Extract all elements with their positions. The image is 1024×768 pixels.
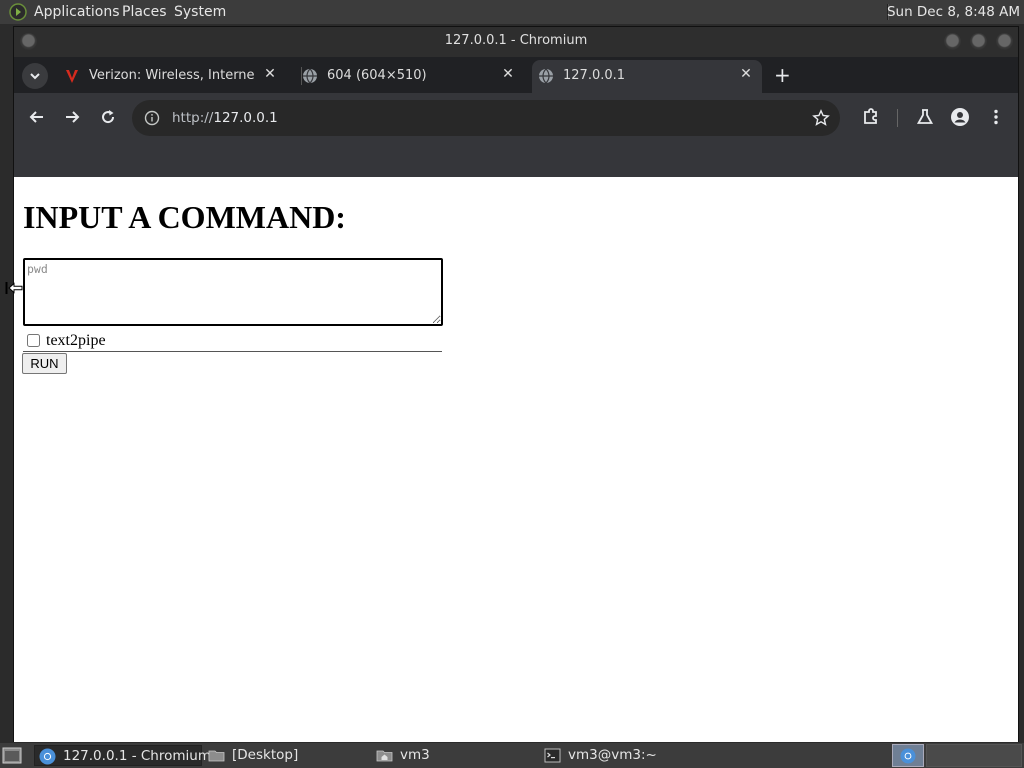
tab-strip: Verizon: Wireless, Internet, T ✕ 604 (60…: [14, 57, 1018, 93]
tab-title: Verizon: Wireless, Internet, T: [89, 68, 254, 83]
labs-flask-icon[interactable]: [915, 107, 935, 127]
bottom-taskbar: 127.0.0.1 - Chromium [Desktop] vm3 vm3@v…: [0, 743, 1024, 768]
folder-home-icon: [376, 750, 393, 762]
show-desktop-icon[interactable]: [2, 747, 22, 764]
chromium-icon: [39, 748, 56, 765]
tab-verizon[interactable]: Verizon: Wireless, Internet, T ✕: [54, 60, 294, 93]
terminal-icon: [544, 748, 561, 763]
menu-kebab-icon[interactable]: [986, 107, 1006, 127]
workspace-2[interactable]: [926, 744, 1022, 767]
tab-close-icon[interactable]: ✕: [738, 66, 754, 82]
tab-title: 604 (604×510): [327, 68, 427, 83]
taskbar-item-label: [Desktop]: [232, 747, 299, 763]
tab-localhost[interactable]: 127.0.0.1 ✕: [532, 60, 762, 93]
browser-window: 127.0.0.1 - Chromium Verizon: Wireless, …: [13, 26, 1019, 742]
taskbar-item-label: vm3: [400, 747, 430, 763]
command-textarea[interactable]: [23, 258, 443, 326]
maximize-button[interactable]: [970, 33, 987, 50]
resize-cursor-icon: [5, 282, 23, 294]
url-scheme: http://: [172, 110, 214, 126]
gnome-foot-icon[interactable]: [9, 3, 27, 21]
page-viewport: INPUT A COMMAND: text2pipe RUN: [14, 177, 1018, 742]
window-menu-button[interactable]: [20, 33, 37, 50]
globe-icon: [539, 68, 553, 84]
workspace-switcher[interactable]: [892, 744, 924, 767]
taskbar-item-desktop[interactable]: [Desktop]: [204, 745, 364, 766]
folder-icon: [208, 750, 225, 762]
form-divider: [23, 351, 442, 352]
menu-places[interactable]: Places: [122, 4, 167, 20]
url-text: http://127.0.0.1: [172, 110, 278, 126]
minimize-button[interactable]: [944, 33, 961, 50]
tab-close-icon[interactable]: ✕: [262, 66, 278, 82]
url-host: 127.0.0.1: [213, 110, 278, 126]
text2pipe-checkbox[interactable]: [27, 334, 40, 347]
window-title: 127.0.0.1 - Chromium: [444, 33, 588, 48]
site-info-icon[interactable]: [144, 110, 160, 126]
taskbar-item-terminal[interactable]: vm3@vm3:~: [540, 745, 710, 766]
window-titlebar[interactable]: 127.0.0.1 - Chromium: [14, 27, 1018, 57]
globe-icon: [303, 68, 317, 84]
tab-search-button[interactable]: [22, 63, 48, 89]
menu-applications[interactable]: Applications: [34, 4, 120, 20]
text2pipe-label: text2pipe: [46, 332, 106, 349]
taskbar-item-label: 127.0.0.1 - Chromium: [63, 748, 211, 764]
chromium-icon: [900, 748, 916, 764]
close-window-button[interactable]: [996, 33, 1013, 50]
browser-toolbar: http://127.0.0.1: [14, 93, 1018, 143]
verizon-logo-icon: [66, 70, 78, 83]
reload-icon[interactable]: [98, 107, 118, 127]
bookmark-star-icon[interactable]: [812, 109, 830, 127]
new-tab-plus-icon[interactable]: +: [774, 63, 791, 87]
toolbar-divider: [897, 109, 898, 127]
menu-system[interactable]: System: [174, 4, 226, 20]
tab-close-icon[interactable]: ✕: [500, 66, 516, 82]
back-arrow-icon[interactable]: [27, 107, 47, 127]
top-panel: Applications Places System Sun Dec 8, 8:…: [0, 0, 1024, 24]
tab-title: 127.0.0.1: [563, 68, 626, 83]
taskbar-item-chromium[interactable]: 127.0.0.1 - Chromium: [34, 745, 211, 766]
forward-arrow-icon[interactable]: [62, 107, 82, 127]
bookmarks-bar: [14, 143, 1018, 177]
profile-avatar-icon[interactable]: [950, 107, 970, 127]
tab-image-604[interactable]: 604 (604×510) ✕: [292, 60, 532, 93]
extensions-puzzle-icon[interactable]: [861, 107, 881, 127]
run-button[interactable]: RUN: [22, 353, 67, 374]
address-bar[interactable]: http://127.0.0.1: [132, 100, 840, 136]
page-heading: INPUT A COMMAND:: [23, 199, 346, 235]
clock[interactable]: Sun Dec 8, 8:48 AM: [887, 4, 1020, 20]
taskbar-item-vm3-folder[interactable]: vm3: [372, 745, 532, 766]
taskbar-item-label: vm3@vm3:~: [568, 747, 657, 763]
